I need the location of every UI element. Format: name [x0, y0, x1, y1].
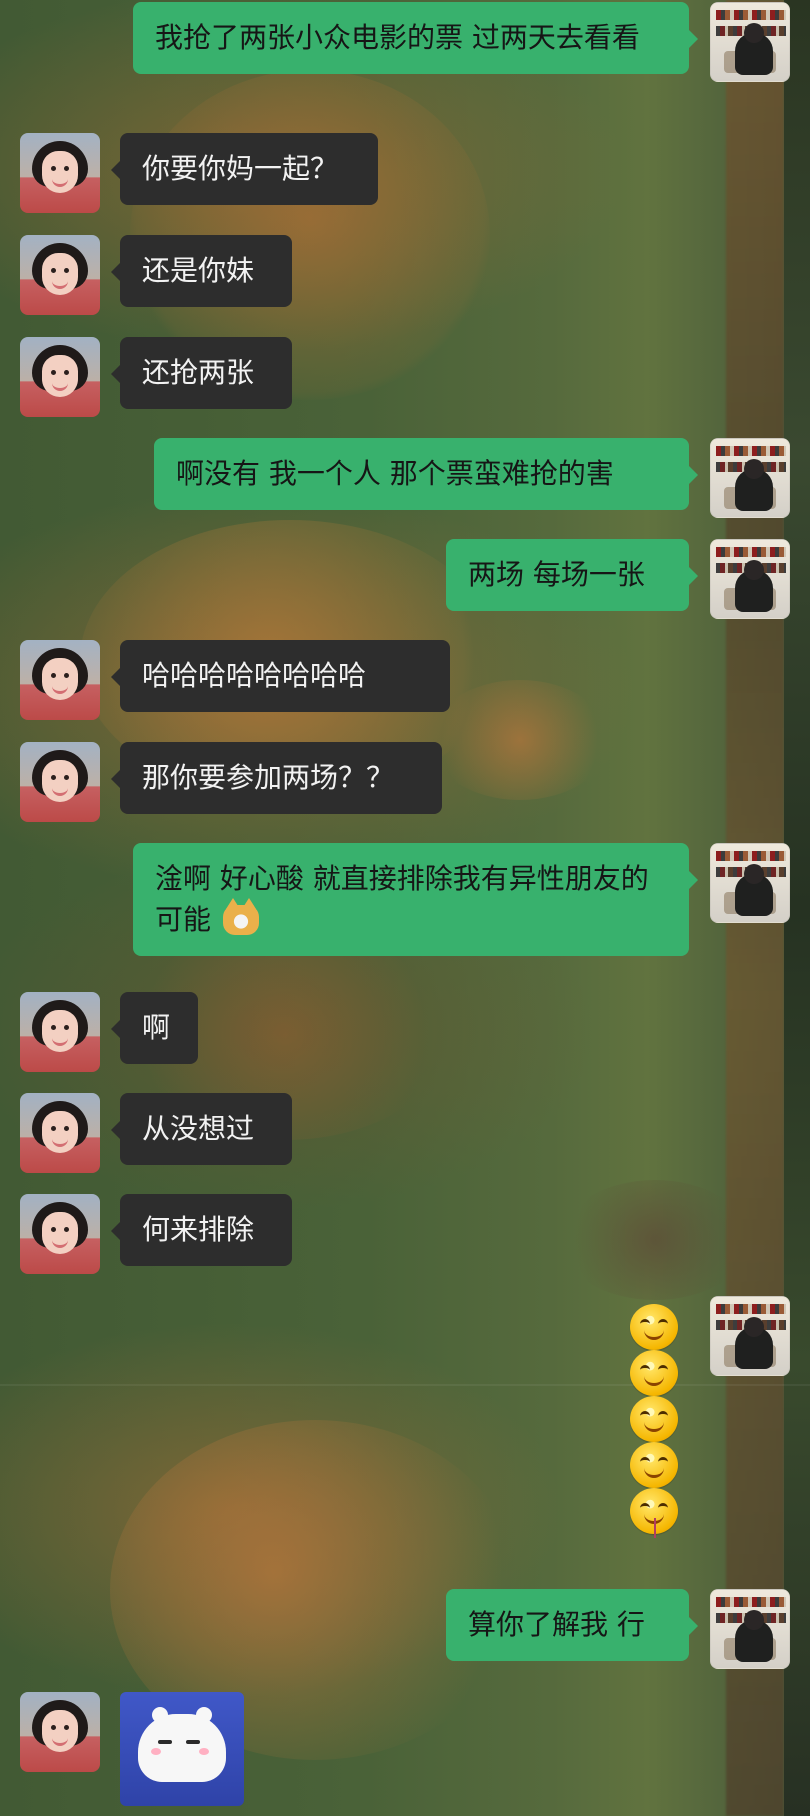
outgoing-message[interactable]: 两场 每场一张 — [446, 539, 698, 611]
bunny-eye — [186, 1740, 200, 1744]
incoming-message[interactable]: 啊 — [111, 992, 198, 1064]
bookshelf-shape — [716, 851, 786, 861]
outgoing-avatar[interactable] — [710, 2, 790, 82]
message-text: 哈哈哈哈哈哈哈哈 — [142, 659, 367, 692]
smiley-mouth — [644, 1328, 664, 1340]
incoming-message[interactable]: 那你要参加两场？？ — [111, 742, 442, 814]
outgoing-message[interactable]: 淦啊 好心酸 就直接排除我有异性朋友的可能 — [133, 843, 698, 956]
outgoing-message[interactable]: 我抢了两张小众电影的票 过两天去看看 — [133, 2, 698, 74]
smiley-mouth — [644, 1374, 664, 1386]
incoming-message[interactable]: 还是你妹 — [111, 235, 292, 307]
bunny-eye — [158, 1740, 172, 1744]
outgoing-avatar[interactable] — [710, 438, 790, 518]
incoming-avatar[interactable] — [20, 235, 100, 315]
smiley-stack-sticker[interactable] — [630, 1304, 686, 1540]
incoming-message[interactable]: 哈哈哈哈哈哈哈哈 — [111, 640, 450, 712]
bookshelf-shape — [716, 446, 786, 456]
incoming-message[interactable]: 何来排除 — [111, 1194, 292, 1266]
outgoing-avatar[interactable] — [710, 1589, 790, 1669]
outgoing-avatar[interactable] — [710, 1296, 790, 1376]
person-figure — [735, 1610, 773, 1662]
message-text: 啊 — [142, 1011, 171, 1044]
message-text: 还是你妹 — [142, 254, 255, 287]
bookshelf-shape — [716, 1597, 786, 1607]
person-figure — [735, 23, 773, 75]
bookshelf-shape — [716, 1304, 786, 1314]
message-text: 从没想过 — [142, 1112, 255, 1145]
incoming-avatar[interactable] — [20, 992, 100, 1072]
incoming-avatar[interactable] — [20, 742, 100, 822]
person-figure — [735, 1317, 773, 1369]
message-text: 我抢了两张小众电影的票 过两天去看看 — [155, 21, 640, 54]
message-text: 何来排除 — [142, 1213, 255, 1246]
smiley-face-icon — [630, 1304, 678, 1350]
bunny-sticker-icon[interactable] — [120, 1692, 244, 1806]
bookshelf-shape — [716, 547, 786, 557]
incoming-avatar[interactable] — [20, 1194, 100, 1274]
person-figure — [735, 459, 773, 511]
smiley-face-icon — [630, 1396, 678, 1442]
outgoing-message[interactable]: 啊没有 我一个人 那个票蛮难抢的害 — [154, 438, 698, 510]
smiley-mouth — [644, 1420, 664, 1432]
cat-emoji-icon — [222, 898, 259, 935]
outgoing-avatar[interactable] — [710, 539, 790, 619]
bunny-body — [138, 1707, 226, 1782]
person-figure — [735, 864, 773, 916]
skewer-stick-icon — [654, 1518, 656, 1538]
bunny-blush — [151, 1748, 161, 1755]
incoming-avatar[interactable] — [20, 1692, 100, 1772]
message-text: 两场 每场一张 — [468, 558, 645, 591]
incoming-message[interactable]: 还抢两张 — [111, 337, 292, 409]
bunny-blush — [199, 1748, 209, 1755]
incoming-message[interactable]: 你要你妈一起？ — [111, 133, 378, 205]
incoming-avatar[interactable] — [20, 337, 100, 417]
smiley-face-icon — [630, 1350, 678, 1396]
smiley-face-icon — [630, 1442, 678, 1488]
person-figure — [735, 560, 773, 612]
message-text: 你要你妈一起？ — [142, 152, 339, 185]
incoming-avatar[interactable] — [20, 1093, 100, 1173]
incoming-message[interactable]: 从没想过 — [111, 1093, 292, 1165]
smiley-mouth — [644, 1466, 664, 1478]
bookshelf-shape — [716, 10, 786, 20]
outgoing-avatar[interactable] — [710, 843, 790, 923]
message-text: 啊没有 我一个人 那个票蛮难抢的害 — [176, 457, 614, 490]
outgoing-message[interactable]: 算你了解我 行 — [446, 1589, 698, 1661]
incoming-avatar[interactable] — [20, 133, 100, 213]
message-text: 还抢两张 — [142, 356, 255, 389]
incoming-avatar[interactable] — [20, 640, 100, 720]
message-text: 算你了解我 行 — [468, 1608, 645, 1641]
chat-thread: 我抢了两张小众电影的票 过两天去看看 你要你妈一起？ 还是你妹 还抢两张 啊没有… — [0, 0, 810, 1816]
message-text: 那你要参加两场？？ — [142, 761, 395, 794]
